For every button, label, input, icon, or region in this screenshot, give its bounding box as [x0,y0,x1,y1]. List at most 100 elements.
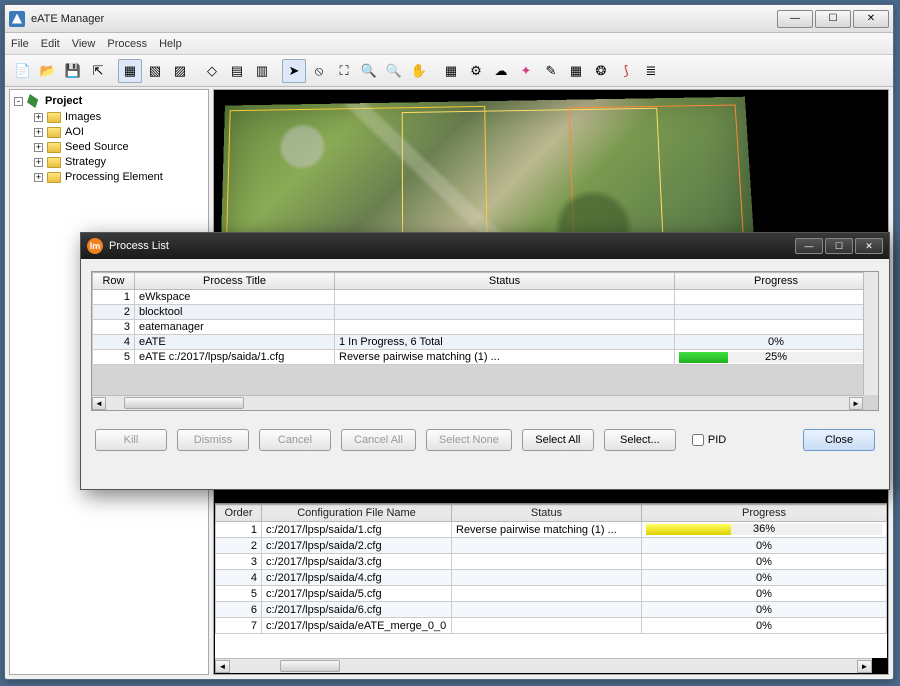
col-order[interactable]: Order [216,505,262,522]
tb-pan-icon[interactable]: ✋ [407,59,431,83]
tb-diamond-icon[interactable]: ◇ [200,59,224,83]
scroll-thumb[interactable] [124,397,244,409]
col-progress[interactable]: Progress [642,505,887,522]
tree-label: Strategy [65,156,106,168]
select-none-button[interactable]: Select None [426,429,512,451]
dialog-close-button[interactable] [855,238,883,254]
tree-item-aoi[interactable]: + AOI [34,126,204,138]
col-status[interactable]: Status [335,273,675,290]
process-vscroll[interactable] [863,272,878,395]
process-hscroll[interactable]: ◄ ► [92,395,863,410]
tb-pointer-icon[interactable]: ➤ [282,59,306,83]
main-close-button[interactable] [853,10,889,28]
config-table[interactable]: Order Configuration File Name Status Pro… [215,504,887,634]
tb-panel-icon[interactable]: ▥ [250,59,274,83]
project-icon [27,94,41,108]
col-cfg[interactable]: Configuration File Name [262,505,452,522]
tb-swatch-icon[interactable]: ▦ [564,59,588,83]
dialog-maximize-button[interactable] [825,238,853,254]
pid-label: PID [708,434,726,446]
table-row[interactable]: 7 c:/2017/lpsp/saida/eATE_merge_0_0 0% [216,618,887,634]
col-status[interactable]: Status [452,505,642,522]
tb-cog-icon[interactable]: ❂ [589,59,613,83]
tb-open-icon[interactable]: 📂 [36,59,60,83]
table-row[interactable]: 1 eWkspace [93,290,878,305]
menu-help[interactable]: Help [159,38,182,50]
cancel-all-button[interactable]: Cancel All [341,429,416,451]
menu-edit[interactable]: Edit [41,38,60,50]
col-process-title[interactable]: Process Title [135,273,335,290]
main-minimize-button[interactable] [777,10,813,28]
close-button[interactable]: Close [803,429,875,451]
tb-zoomout-icon[interactable]: 🔍 [382,59,406,83]
dialog-icon: Im [87,238,103,254]
folder-icon [47,112,61,123]
dismiss-button[interactable]: Dismiss [177,429,249,451]
table-row[interactable]: 3 c:/2017/lpsp/saida/3.cfg 0% [216,554,887,570]
kill-button[interactable]: Kill [95,429,167,451]
menu-view[interactable]: View [72,38,96,50]
select-all-button[interactable]: Select All [522,429,594,451]
tb-spark-icon[interactable]: ✦ [514,59,538,83]
scroll-left-icon[interactable]: ◄ [215,660,230,673]
col-progress[interactable]: Progress [675,273,878,290]
pid-checkbox-input[interactable] [692,434,704,446]
collapse-icon[interactable]: - [14,97,23,106]
main-maximize-button[interactable] [815,10,851,28]
expand-icon[interactable]: + [34,158,43,167]
expand-icon[interactable]: + [34,173,43,182]
tb-new-icon[interactable]: 📄 [11,59,35,83]
select-button[interactable]: Select... [604,429,676,451]
config-hscroll[interactable]: ◄ ► [215,658,872,673]
menu-file[interactable]: File [11,38,29,50]
table-row[interactable]: 1 c:/2017/lpsp/saida/1.cfg Reverse pairw… [216,522,887,538]
menubar: File Edit View Process Help [5,33,893,55]
expand-icon[interactable]: + [34,143,43,152]
table-row[interactable]: 4 c:/2017/lpsp/saida/4.cfg 0% [216,570,887,586]
tb-table-icon[interactable]: ▦ [439,59,463,83]
col-row[interactable]: Row [93,273,135,290]
tb-gear-icon[interactable]: ⚙ [464,59,488,83]
app-icon [9,11,25,27]
table-row[interactable]: 6 c:/2017/lpsp/saida/6.cfg 0% [216,602,887,618]
table-row[interactable]: 4 eATE 1 In Progress, 6 Total 0% [93,335,878,350]
tb-cloud-icon[interactable]: ☁ [489,59,513,83]
tree-label: Processing Element [65,171,163,183]
cancel-button[interactable]: Cancel [259,429,331,451]
tree-item-seed-source[interactable]: + Seed Source [34,141,204,153]
tb-layers-icon[interactable]: ▦ [118,59,142,83]
tb-script-icon[interactable]: ⟆ [614,59,638,83]
tb-export-icon[interactable]: ⇱ [86,59,110,83]
pid-checkbox[interactable]: PID [692,434,726,446]
scroll-right-icon[interactable]: ► [849,397,863,410]
main-titlebar[interactable]: eATE Manager [5,5,893,33]
tb-save-icon[interactable]: 💾 [61,59,85,83]
tb-stack-icon[interactable]: ▧ [143,59,167,83]
tb-wand-icon[interactable]: ✎ [539,59,563,83]
table-row[interactable]: 3 eatemanager [93,320,878,335]
scroll-thumb[interactable] [280,660,340,672]
tb-overlay-icon[interactable]: ▨ [168,59,192,83]
tb-extent-icon[interactable]: ⛶ [332,59,356,83]
expand-icon[interactable]: + [34,113,43,122]
tb-noaction-icon[interactable]: ⦸ [307,59,331,83]
scroll-right-icon[interactable]: ► [857,660,872,673]
tree-label: AOI [65,126,84,138]
expand-icon[interactable]: + [34,128,43,137]
tb-zoomin-icon[interactable]: 🔍 [357,59,381,83]
dialog-minimize-button[interactable] [795,238,823,254]
process-table[interactable]: Row Process Title Status Progress 1 eWks… [92,272,878,365]
tree-item-processing-element[interactable]: + Processing Element [34,171,204,183]
table-row[interactable]: 5 eATE c:/2017/lpsp/saida/1.cfg Reverse … [93,350,878,365]
dialog-titlebar[interactable]: Im Process List [81,233,889,259]
tree-root[interactable]: - Project [14,94,204,108]
table-row[interactable]: 5 c:/2017/lpsp/saida/5.cfg 0% [216,586,887,602]
table-row[interactable]: 2 blocktool [93,305,878,320]
menu-process[interactable]: Process [107,38,147,50]
tb-sort-icon[interactable]: ≣ [639,59,663,83]
scroll-left-icon[interactable]: ◄ [92,397,106,410]
table-row[interactable]: 2 c:/2017/lpsp/saida/2.cfg 0% [216,538,887,554]
tree-item-strategy[interactable]: + Strategy [34,156,204,168]
tree-item-images[interactable]: + Images [34,111,204,123]
tb-grid-icon[interactable]: ▤ [225,59,249,83]
